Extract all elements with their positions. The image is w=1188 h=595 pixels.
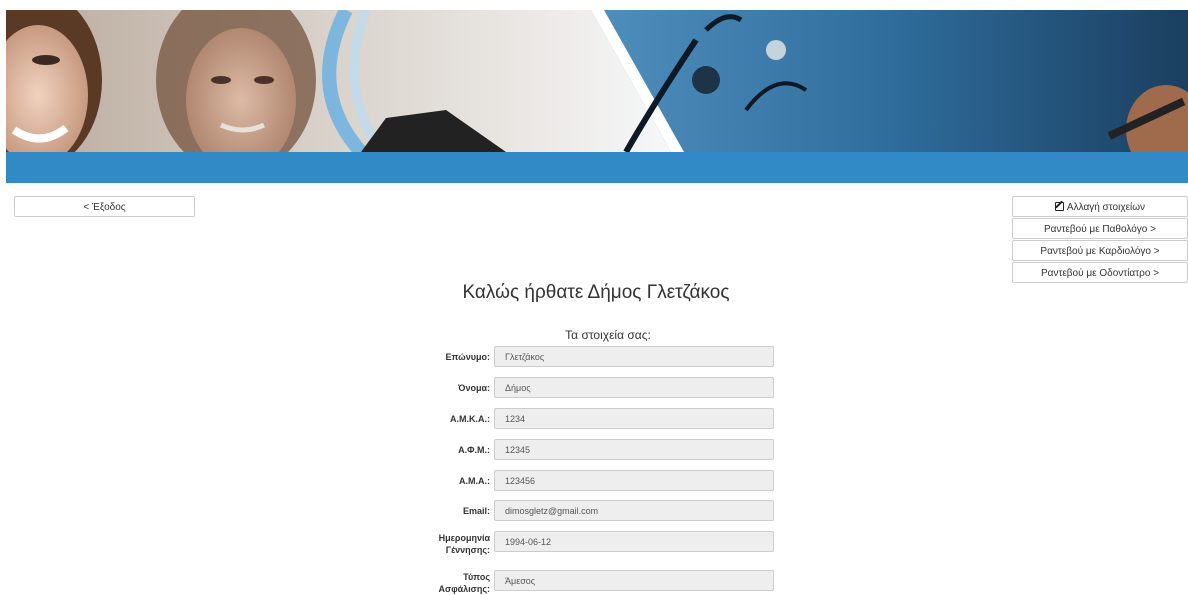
- birthdate-label-line2: Γέννησης:: [445, 545, 490, 555]
- form-row-email: Email:: [410, 500, 774, 521]
- amka-label: Α.Μ.Κ.Α.:: [450, 413, 490, 424]
- ama-field[interactable]: [494, 470, 774, 491]
- edit-details-label: Αλλαγή στοιχείων: [1066, 202, 1146, 213]
- surname-label: Επώνυμο:: [445, 351, 491, 362]
- section-subtitle: Τα στοιχεία σας:: [565, 328, 651, 342]
- birthdate-label-line1: Ημερομηνία: [438, 533, 490, 543]
- edit-details-button[interactable]: Αλλαγή στοιχείων: [1012, 196, 1188, 217]
- side-menu: Αλλαγή στοιχείων Ραντεβού με Παθολόγο > …: [1012, 196, 1188, 284]
- afm-label: Α.Φ.Μ.:: [458, 444, 490, 455]
- email-field[interactable]: [494, 500, 774, 521]
- form-row-afm: Α.Φ.Μ.:: [410, 439, 774, 460]
- page-title: Καλώς ήρθατε Δήμος Γλετζάκος: [462, 282, 730, 303]
- form-row-ama: Α.Μ.Α.:: [410, 470, 774, 491]
- birthdate-field[interactable]: [494, 531, 774, 552]
- insurance-label-line1: Τύπος: [463, 572, 490, 582]
- form-row-insurance: Τύπος Ασφάλισης:: [410, 570, 774, 594]
- dentist-appointment-button[interactable]: Ραντεβού με Οδοντίατρο >: [1012, 262, 1188, 283]
- amka-field[interactable]: [494, 408, 774, 429]
- insurance-label-line2: Ασφάλισης:: [438, 584, 490, 594]
- form-row-surname: Επώνυμο:: [410, 346, 774, 367]
- form-row-name: Όνομα:: [410, 377, 774, 398]
- pathologist-appointment-button[interactable]: Ραντεβού με Παθολόγο >: [1012, 218, 1188, 239]
- form-row-birthdate: Ημερομηνία Γέννησης:: [410, 531, 774, 555]
- ama-label: Α.Μ.Α.:: [459, 475, 490, 486]
- cardiologist-appointment-button[interactable]: Ραντεβού με Καρδιολόγο >: [1012, 240, 1188, 261]
- surname-field[interactable]: [494, 346, 774, 367]
- name-label: Όνομα:: [458, 382, 490, 393]
- email-label: Email:: [462, 505, 490, 516]
- edit-icon: [1054, 202, 1064, 211]
- header-banner: [6, 10, 1188, 183]
- medical-banner-image: [6, 10, 1188, 183]
- afm-field[interactable]: [494, 439, 774, 460]
- form-row-amka: Α.Μ.Κ.Α.:: [410, 408, 774, 429]
- insurance-field[interactable]: [494, 570, 774, 591]
- birthdate-label: Ημερομηνία Γέννησης:: [410, 532, 490, 555]
- name-field[interactable]: [494, 377, 774, 398]
- exit-button[interactable]: < Έξοδος: [14, 196, 195, 217]
- insurance-label: Τύπος Ασφάλισης:: [410, 571, 490, 594]
